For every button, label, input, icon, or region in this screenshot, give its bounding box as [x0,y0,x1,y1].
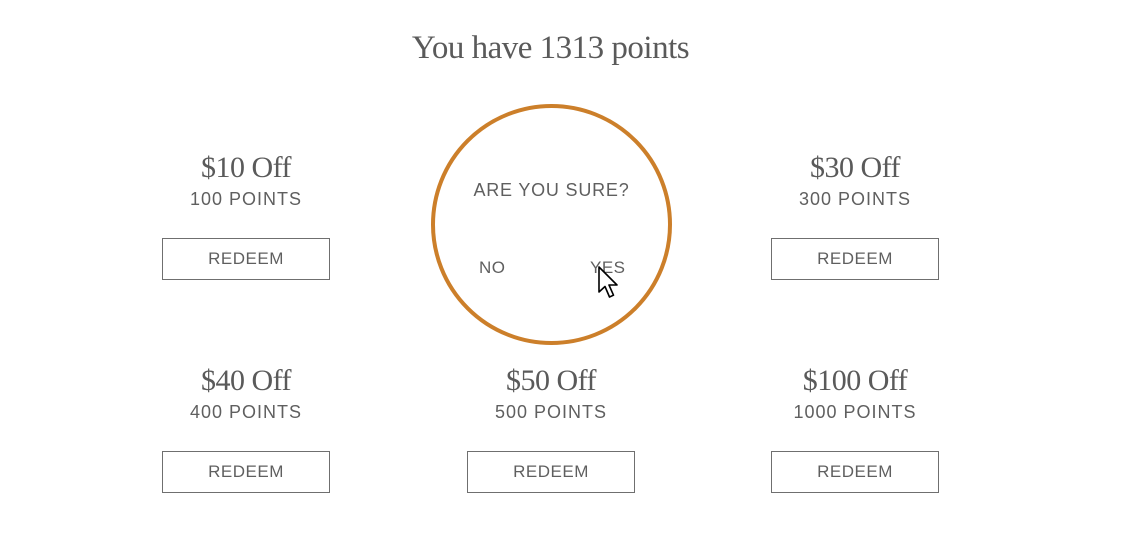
reward-amount: $10 Off [200,151,292,184]
reward-points: 500 POINTS [494,402,608,422]
reward-amount: $40 Off [200,364,292,397]
page-title: You have 1313 points [411,30,690,66]
reward-card-50: $50 Off 500 POINTS REDEEM [421,363,681,493]
reward-card-10: $10 Off 100 POINTS REDEEM [116,150,376,280]
reward-card-40: $40 Off 400 POINTS REDEEM [116,363,376,493]
reward-amount: $100 Off [802,364,908,397]
redeem-button[interactable]: REDEEM [771,451,939,493]
reward-points: 300 POINTS [798,189,912,209]
confirm-yes-button[interactable]: YES [590,258,626,278]
reward-amount: $30 Off [809,151,901,184]
redeem-confirmation-dialog: ARE YOU SURE? NO YES [431,104,672,345]
confirm-question: ARE YOU SURE? [473,180,630,200]
reward-card-30: $30 Off 300 POINTS REDEEM [725,150,985,280]
confirm-no-button[interactable]: NO [479,258,506,278]
redeem-button[interactable]: REDEEM [771,238,939,280]
redeem-button[interactable]: REDEEM [162,451,330,493]
redeem-button[interactable]: REDEEM [467,451,635,493]
reward-points: 100 POINTS [189,189,303,209]
reward-points: 400 POINTS [189,402,303,422]
reward-points: 1000 POINTS [793,402,917,422]
reward-amount: $50 Off [505,364,597,397]
reward-card-100: $100 Off 1000 POINTS REDEEM [725,363,985,493]
redeem-button[interactable]: REDEEM [162,238,330,280]
